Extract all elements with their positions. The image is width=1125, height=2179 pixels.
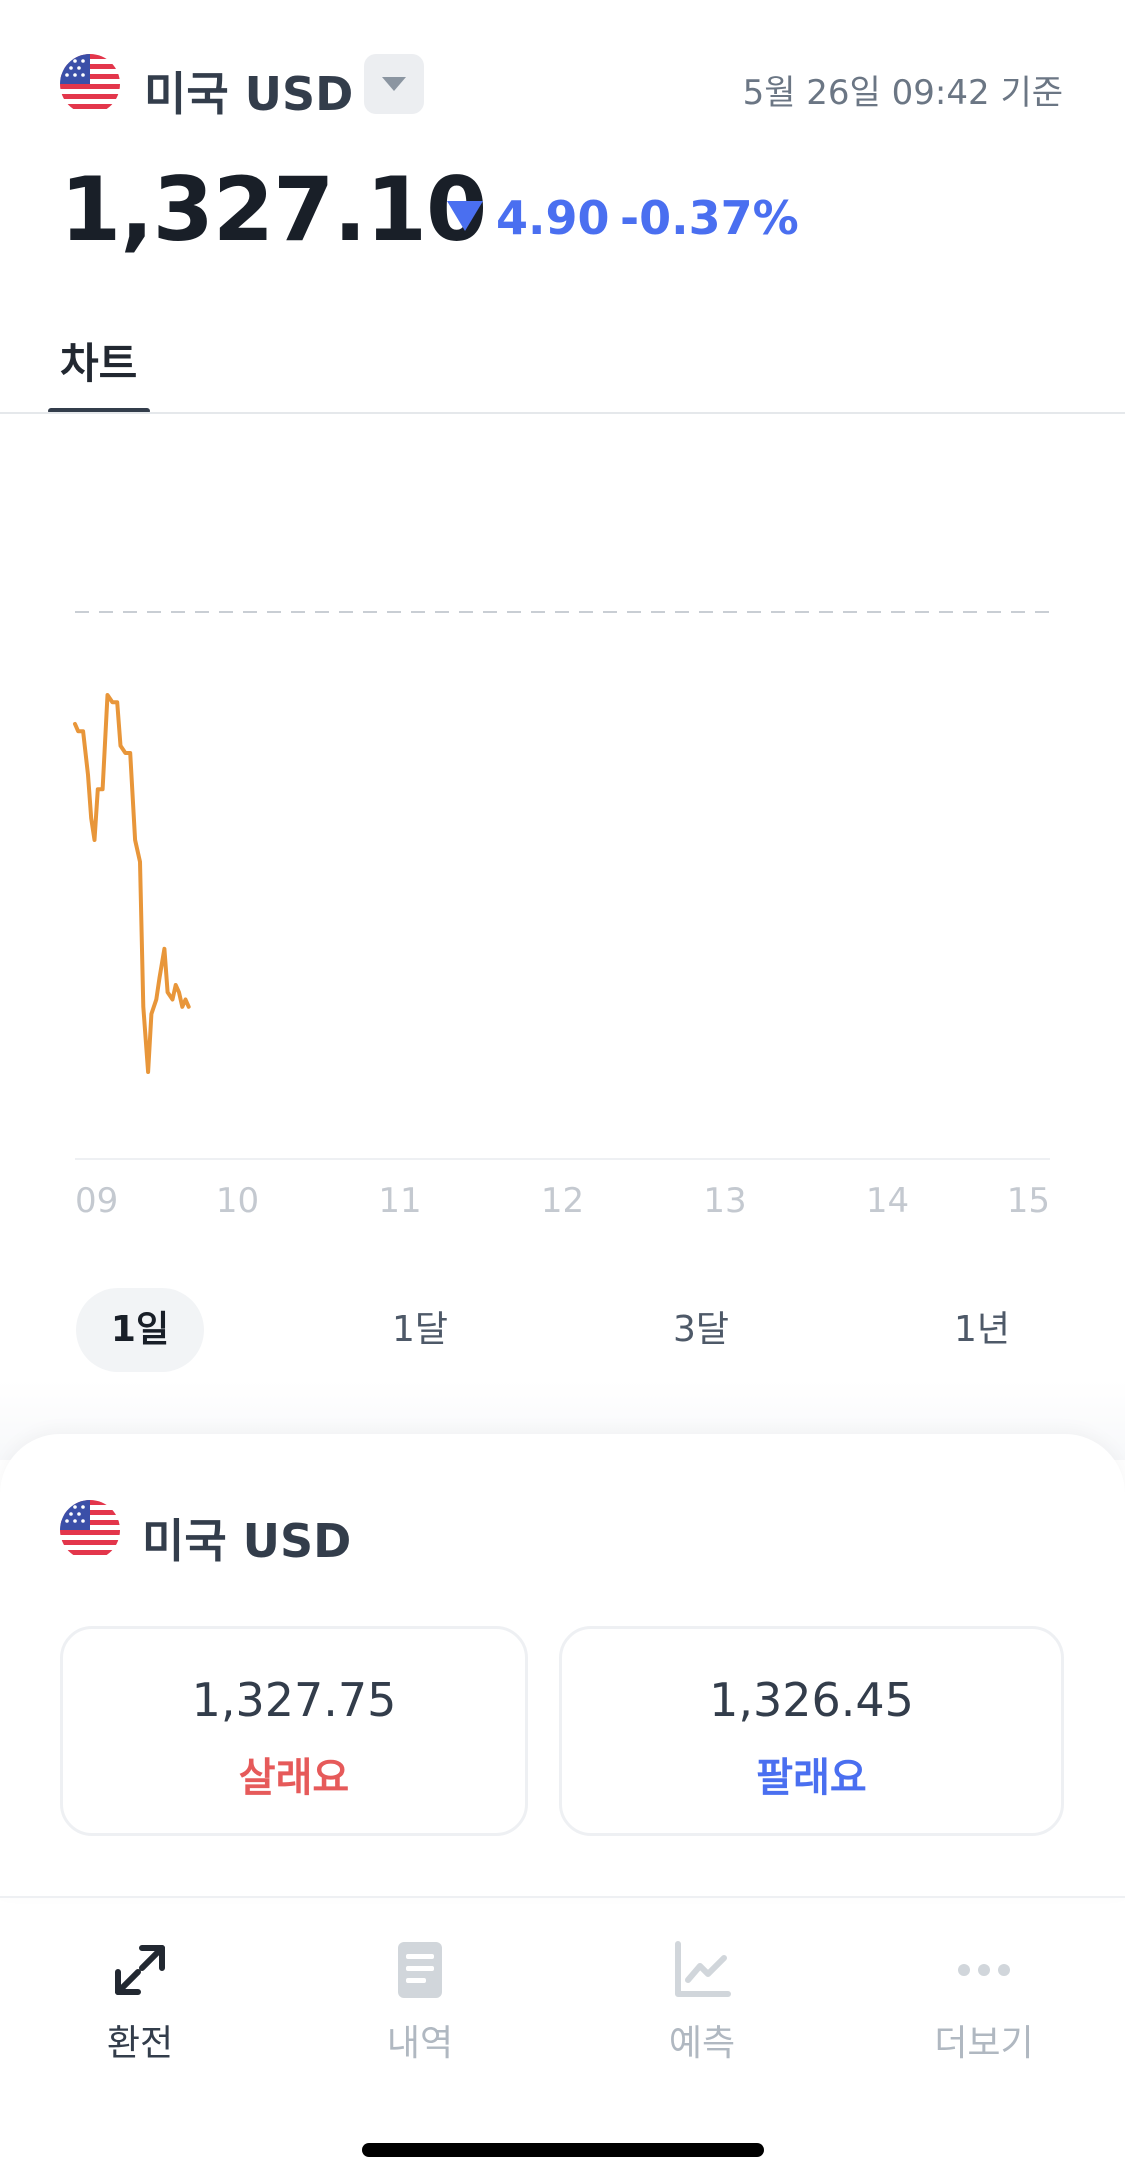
range-selector: 1일 1달 3달 1년: [0, 1288, 1125, 1372]
chart-svg: 09 10 11 12 13 14 15: [73, 611, 1050, 1221]
x-tick-label: 11: [378, 1181, 421, 1221]
x-tick-label: 09: [75, 1181, 118, 1221]
x-tick-label: 15: [1007, 1181, 1050, 1221]
nav-label-forecast: 예측: [668, 2023, 736, 2064]
tab-chart[interactable]: 차트: [60, 330, 137, 391]
range-1y-button[interactable]: 1년: [922, 1288, 1042, 1372]
down-triangle-icon: [447, 201, 483, 231]
change-amount: 4.90: [496, 191, 610, 245]
nav-item-history[interactable]: 내역: [320, 1938, 520, 2066]
x-tick-label: 13: [703, 1181, 746, 1221]
current-rate: 1,327.10: [60, 158, 487, 261]
sell-label: 팔래요: [756, 1755, 867, 1801]
caret-down-icon: [382, 77, 406, 91]
bottom-nav: 환전 내역 예측 더보기: [0, 1898, 1125, 2078]
range-1m-button[interactable]: 1달: [360, 1288, 480, 1372]
nav-label-more: 더보기: [934, 2023, 1034, 2064]
buy-label: 살래요: [238, 1755, 350, 1801]
nav-item-more[interactable]: 더보기: [884, 1938, 1084, 2066]
exchange-arrows-icon: [115, 1945, 165, 1995]
currency-dropdown-button[interactable]: [364, 54, 424, 114]
rate-series-line: [73, 693, 191, 1074]
nav-item-forecast[interactable]: 예측: [602, 1938, 802, 2066]
buy-button[interactable]: 1,327.75 살래요: [60, 1626, 528, 1836]
sheet-currency-title: 미국 USD: [142, 1514, 352, 1568]
x-tick-label: 10: [216, 1181, 259, 1221]
change-percent: -0.37%: [620, 191, 799, 245]
sell-button[interactable]: 1,326.45 팔래요: [559, 1626, 1064, 1836]
home-indicator: [362, 2143, 764, 2157]
x-tick-label: 12: [541, 1181, 584, 1221]
nav-item-exchange[interactable]: 환전: [40, 1938, 240, 2066]
line-chart-icon: [675, 1941, 731, 1997]
document-icon: [398, 1942, 442, 1998]
range-3m-button[interactable]: 3달: [641, 1288, 761, 1372]
range-1d-button[interactable]: 1일: [76, 1288, 204, 1372]
rate-timestamp: 5월 26일 09:42 기준: [742, 73, 1063, 113]
x-tick-label: 14: [866, 1181, 909, 1221]
nav-label-history: 내역: [386, 2023, 454, 2064]
more-dots-icon: [958, 1964, 1010, 1976]
header: 미국 USD 5월 26일 09:42 기준 1,327.10 4.90 -0.…: [0, 0, 1125, 300]
us-flag-icon: [60, 1500, 120, 1560]
rate-chart[interactable]: 09 10 11 12 13 14 15: [0, 414, 1125, 1244]
nav-label-exchange: 환전: [106, 2023, 174, 2064]
currency-title[interactable]: 미국 USD: [144, 58, 353, 124]
sell-price: 1,326.45: [709, 1673, 914, 1727]
buy-price: 1,327.75: [191, 1673, 397, 1727]
x-axis-ticks: 09 10 11 12 13 14 15: [75, 1181, 1050, 1221]
us-flag-icon: [60, 54, 120, 114]
